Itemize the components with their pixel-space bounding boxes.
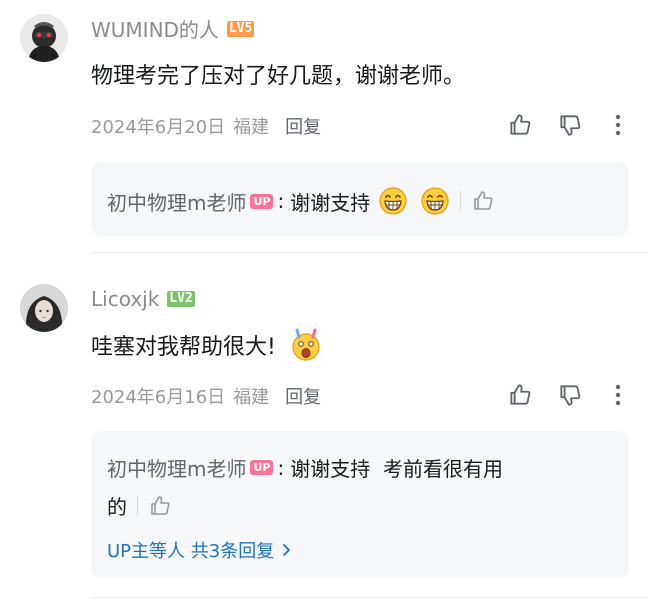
- comment-actions: [506, 381, 632, 409]
- sub-reply-author[interactable]: 初中物理m老师: [107, 453, 246, 482]
- comment-item: Licoxjk LV2 哇塞对我帮助很大! 2024年6月16日 福建 回复 初…: [0, 255, 648, 601]
- thumbs-up-icon: [510, 114, 531, 135]
- reply-button[interactable]: 回复: [285, 383, 321, 409]
- comment-location: 福建: [233, 117, 270, 138]
- thumbs-up-icon: [151, 495, 170, 515]
- sub-reply-text-end: 的: [107, 495, 127, 519]
- dislike-button[interactable]: [556, 381, 584, 409]
- sub-reply-colon: :: [277, 189, 285, 213]
- thumbs-up-icon: [510, 384, 531, 405]
- sub-reply: 初中物理m老师 UP : 谢谢支持: [107, 186, 495, 216]
- comment-actions: [506, 111, 632, 139]
- reply-button[interactable]: 回复: [285, 113, 321, 139]
- thumbs-down-icon: [560, 115, 581, 136]
- avatar-image: [20, 284, 68, 332]
- thumbs-up-icon: [474, 191, 493, 210]
- more-button[interactable]: [604, 381, 632, 409]
- sub-reply-text: 谢谢支持: [290, 190, 371, 215]
- thumbs-down-icon: [560, 385, 581, 406]
- like-button[interactable]: [506, 381, 534, 409]
- username-text: Licoxjk: [91, 287, 160, 311]
- avatar[interactable]: [20, 14, 68, 62]
- avatar[interactable]: [20, 284, 68, 332]
- more-vertical-icon: [615, 114, 621, 136]
- comment-location: 福建: [233, 387, 270, 408]
- sub-reply-text: 谢谢支持 考前看很有用: [290, 457, 503, 481]
- grin-emoji-icon: [378, 186, 408, 216]
- username[interactable]: Licoxjk LV2: [91, 287, 195, 311]
- sub-reply-like-button[interactable]: [471, 189, 495, 213]
- divider: [460, 191, 462, 211]
- like-button[interactable]: [506, 111, 534, 139]
- shocked-emoji-icon: [288, 327, 324, 363]
- comment-content: 哇塞对我帮助很大!: [91, 327, 324, 363]
- sub-reply-colon: :: [277, 455, 285, 480]
- comment-divider: [91, 252, 648, 253]
- comment-meta: 2024年6月16日 福建 回复: [91, 383, 321, 409]
- up-badge: UP: [250, 193, 274, 209]
- sub-reply-box[interactable]: 初中物理m老师 UP : 谢谢支持 考前看很有用 的 UP主等人 共3条回复: [91, 431, 629, 578]
- sub-reply-continued: 的: [107, 491, 172, 520]
- comment-content: 物理考完了压对了好几题，谢谢老师。: [91, 58, 465, 90]
- sub-reply-like-button[interactable]: [148, 494, 172, 518]
- comment-date: 2024年6月16日: [91, 387, 226, 408]
- comment-date: 2024年6月20日: [91, 117, 226, 138]
- sub-reply: 初中物理m老师 UP : 谢谢支持 考前看很有用: [107, 453, 503, 482]
- level-badge: LV2: [167, 291, 195, 307]
- username-text: WUMIND的人: [91, 18, 219, 42]
- level-badge: LV5: [226, 20, 255, 37]
- dislike-button[interactable]: [556, 111, 584, 139]
- avatar-image: [20, 14, 68, 62]
- comment-text: 物理考完了压对了好几题，谢谢老师。: [91, 64, 466, 89]
- view-more-replies-text: UP主等人 共3条回复: [107, 541, 275, 562]
- more-vertical-icon: [615, 384, 621, 406]
- up-badge: UP: [250, 460, 274, 475]
- sub-reply-box[interactable]: 初中物理m老师 UP : 谢谢支持: [91, 162, 629, 236]
- comment-text: 哇塞对我帮助很大!: [91, 335, 276, 360]
- view-more-replies-link[interactable]: UP主等人 共3条回复: [107, 537, 294, 563]
- comment-item: WUMIND的人 LV5 物理考完了压对了好几题，谢谢老师。 2024年6月20…: [0, 0, 648, 255]
- chevron-right-icon: [283, 544, 291, 556]
- divider: [137, 495, 138, 516]
- sub-reply-author[interactable]: 初中物理m老师: [107, 187, 246, 216]
- grin-emoji-icon: [420, 186, 450, 216]
- more-button[interactable]: [604, 111, 632, 139]
- comment-divider: [91, 597, 648, 598]
- comment-meta: 2024年6月20日 福建 回复: [91, 113, 321, 139]
- username[interactable]: WUMIND的人 LV5: [91, 14, 255, 43]
